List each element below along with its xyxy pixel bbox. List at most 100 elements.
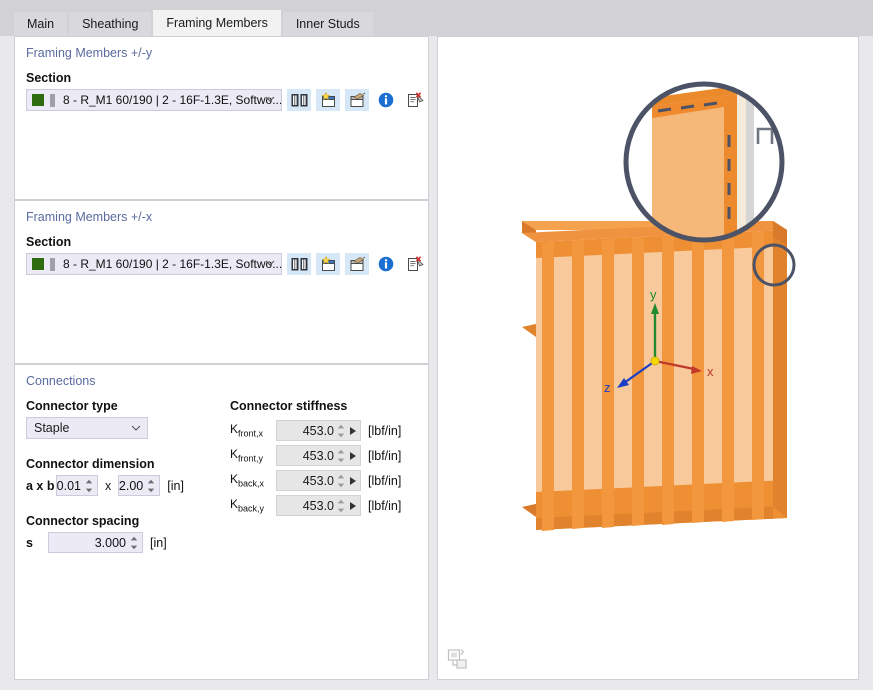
edit-section-icon-button-x[interactable] (345, 253, 369, 275)
delete-section-icon-button-y[interactable] (403, 89, 427, 111)
stiffness-input[interactable]: 453.0 (276, 470, 361, 491)
tab-sheathing[interactable]: Sheathing (69, 12, 152, 36)
dimension-b-input[interactable]: 2.00 (118, 475, 161, 496)
stepper-down-icon (337, 483, 345, 488)
stiffness-symbol: K (230, 472, 239, 487)
info-icon-button-x[interactable] (374, 253, 398, 275)
stiffness-row: Kback,y 453.0 [lbf/in] (230, 495, 425, 516)
stiffness-subscript: back,y (238, 503, 265, 514)
library-icon-button-y[interactable] (287, 89, 311, 111)
stiffness-label: Kback,x (230, 472, 276, 488)
stepper-up-icon (337, 474, 345, 479)
dimension-separator: x (105, 478, 112, 493)
stiffness-input[interactable]: 453.0 (276, 445, 361, 466)
section-label-y: Section (26, 71, 72, 85)
edit-section-icon (350, 92, 365, 107)
spacing-input[interactable]: 3.000 (48, 532, 143, 553)
stiffness-input[interactable]: 453.0 (276, 495, 361, 516)
chevron-down-icon (131, 425, 141, 431)
tab-framing-members[interactable]: Framing Members (153, 10, 281, 36)
section-combo-y[interactable]: 8 - R_M1 60/190 | 2 - 16F-1.3E, Softwo..… (26, 89, 282, 111)
section-row-y: 8 - R_M1 60/190 | 2 - 16F-1.3E, Softwo..… (15, 89, 428, 111)
stiffness-expand-arrow-icon[interactable] (350, 452, 356, 460)
panel-title-framing-x: Framing Members +/-x (26, 210, 153, 224)
spacing-symbol: s (26, 535, 33, 550)
stiffness-label: Kfront,x (230, 422, 276, 438)
application-window: Main Sheathing Framing Members Inner Studs … (0, 0, 873, 690)
connector-spacing-row: s 3.000 [in] (26, 532, 226, 553)
library-icon-button-x[interactable] (287, 253, 311, 275)
stiffness-expand-arrow-icon[interactable] (350, 427, 356, 435)
dimension-a-stepper[interactable] (85, 479, 93, 493)
stiffness-unit: [lbf/in] (368, 473, 402, 488)
view-settings-icon-button[interactable] (447, 648, 469, 670)
stepper-up-icon (85, 479, 93, 484)
panel-framing-members-x: Framing Members +/-x Section 8 - R_M1 60… (14, 200, 429, 364)
library-icon (291, 257, 307, 270)
dimension-row-label: a x b (26, 478, 55, 493)
stiffness-input[interactable]: 453.0 (276, 420, 361, 441)
connector-stiffness-title: Connector stiffness (230, 399, 348, 413)
model-viewport[interactable]: y x z (437, 36, 859, 680)
stiffness-row: Kfront,y 453.0 [lbf/in] (230, 445, 425, 466)
tab-main[interactable]: Main (14, 12, 68, 36)
connector-type-label: Connector type (26, 399, 118, 413)
delete-section-icon (407, 92, 424, 107)
stiffness-expand-arrow-icon[interactable] (350, 502, 356, 510)
dimension-a-input[interactable]: 0.01 (56, 475, 98, 496)
panel-connections: Connections Connector type Staple Connec… (14, 364, 429, 680)
stepper-down-icon (337, 458, 345, 463)
color-swatch-icon (32, 258, 44, 270)
stiffness-unit: [lbf/in] (368, 448, 402, 463)
axis-y-label: y (650, 287, 657, 302)
info-icon-button-y[interactable] (374, 89, 398, 111)
delete-section-icon (407, 256, 424, 271)
stepper-down-icon (148, 488, 155, 493)
stiffness-subscript: front,x (238, 428, 264, 439)
stiffness-subscript: front,y (238, 453, 264, 464)
stiffness-unit: [lbf/in] (368, 423, 402, 438)
edit-section-icon-button-y[interactable] (345, 89, 369, 111)
new-section-icon-button-x[interactable] (316, 253, 340, 275)
stiffness-row: Kback,x 453.0 [lbf/in] (230, 470, 425, 491)
delete-section-icon-button-x[interactable] (403, 253, 427, 275)
tab-strip: Main Sheathing Framing Members Inner Studs (14, 10, 375, 36)
stepper-down-icon (130, 545, 138, 550)
wall-frame-3d-scene: y x z (522, 81, 796, 531)
stepper-up-icon (337, 499, 345, 504)
stepper-down-icon (337, 433, 345, 438)
section-combo-value-x: 8 - R_M1 60/190 | 2 - 16F-1.3E, Softwo..… (63, 257, 281, 271)
stiffness-stepper[interactable] (337, 474, 345, 488)
connector-spacing-label: Connector spacing (26, 514, 140, 528)
stepper-down-icon (337, 508, 345, 513)
stiffness-expand-arrow-icon[interactable] (350, 477, 356, 485)
stiffness-stepper[interactable] (337, 424, 345, 438)
tab-inner-studs[interactable]: Inner Studs (282, 12, 373, 36)
stepper-down-icon (85, 488, 93, 493)
library-icon (291, 93, 307, 106)
stiffness-row: Kfront,x 453.0 [lbf/in] (230, 420, 425, 441)
section-combo-value-y: 8 - R_M1 60/190 | 2 - 16F-1.3E, Softwo..… (63, 93, 281, 107)
stiffness-symbol: K (230, 422, 239, 437)
stiffness-stepper[interactable] (337, 449, 345, 463)
stiffness-label: Kfront,y (230, 447, 276, 463)
color-swatch-icon (32, 94, 44, 106)
edit-section-icon (350, 256, 365, 271)
spacing-stepper[interactable] (130, 536, 138, 550)
dimension-b-stepper[interactable] (147, 479, 155, 493)
connector-type-select[interactable]: Staple (26, 417, 148, 439)
section-shape-icon (50, 93, 55, 107)
dimension-unit: [in] (167, 478, 184, 493)
new-section-icon-button-y[interactable] (316, 89, 340, 111)
axis-z-label: z (604, 380, 611, 395)
view-settings-icon (447, 649, 467, 669)
section-combo-x[interactable]: 8 - R_M1 60/190 | 2 - 16F-1.3E, Softwo..… (26, 253, 282, 275)
stiffness-stepper[interactable] (337, 499, 345, 513)
stiffness-symbol: K (230, 497, 239, 512)
stepper-up-icon (148, 479, 155, 484)
stiffness-label: Kback,y (230, 497, 276, 513)
spacing-unit: [in] (150, 535, 167, 550)
info-icon (378, 256, 394, 272)
connector-dimension-row: a x b 0.01 x 2.00 [in] (26, 475, 226, 496)
connector-type-value: Staple (34, 421, 70, 435)
